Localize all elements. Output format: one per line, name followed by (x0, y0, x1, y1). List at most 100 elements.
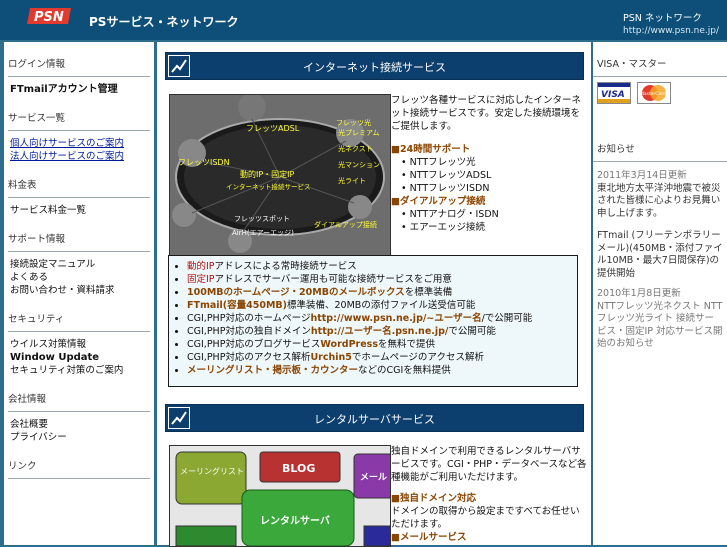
sidebar-link[interactable]: サービス料金一覧 (8, 204, 150, 217)
svg-text:PSN: PSN (34, 10, 64, 25)
sidebar-section-title: ログイン情報 (8, 42, 150, 77)
sidebar-link[interactable]: セキュリティ対策のご案内 (8, 364, 150, 377)
sidebar-link[interactable]: FTmailアカウント管理 (8, 83, 150, 96)
visa-label: VISA (601, 90, 625, 100)
feature-text: CGI,PHP対応のブログサービス (187, 339, 321, 350)
photo-label-airh: AirH(エアーエッジ) (232, 229, 294, 237)
photo-label-rental: レンタルサーバ (260, 515, 330, 527)
news-date: 2011年3月14日更新 (597, 170, 687, 181)
intro-list-2: NTTアナログ・ISDN エアーエッジ接続 (391, 208, 581, 234)
left-sidebar: ログイン情報 FTmailアカウント管理 サービス一覧個人向けサービスのご案内 法人向… (4, 42, 154, 545)
sidebar-section-title: 料金表 (8, 163, 150, 198)
feature-item: 動的IPアドレスによる常時接続サービス (187, 260, 577, 273)
news-text[interactable]: 東北地方太平洋沖地震で被災された皆様に心よりお見舞い申し上げます。 (593, 183, 727, 221)
mastercard-label: MasterCard (640, 91, 666, 97)
feature-item: FTmail(容量450MB)標準装備、20MBの添付ファイル送受信可能 (187, 299, 577, 312)
photo-label-blog: BLOG (282, 462, 315, 475)
photo-label-ml: メーリングリスト (180, 466, 244, 476)
sidebar-link[interactable]: 会社概要 (8, 418, 150, 431)
list-item: NTTフレッツISDN (401, 182, 581, 195)
news-date: 2010年1月8日更新 (597, 288, 681, 299)
feature-highlight: FTmail(容量450MB) (187, 300, 288, 311)
sidebar-section: ログイン情報 FTmailアカウント管理 (4, 42, 154, 96)
sidebar-link[interactable]: プライバシー (8, 431, 150, 444)
sidebar-link[interactable]: 接続設定マニュアル (8, 258, 150, 271)
sidebar-section: サポート情報 接続設定マニュアル よくある お問い合わせ・資料請求 (4, 217, 154, 297)
feature-text: 標準装備、20MBの添付ファイル送受信可能 (287, 300, 476, 311)
photo-label-adsl: フレッツADSL (246, 124, 300, 133)
header-right-title: PSN ネットワーク (622, 13, 702, 24)
intro-text: 独自ドメインで利用できるレンタルサーバサービスです。CGI・PHP・データベース… (391, 446, 587, 483)
feature-highlight: Urchin5 (310, 352, 352, 363)
header-right: PSN ネットワーク http://www.psn.ne.jp/ (623, 12, 719, 38)
feature-item: CGI,PHP対応のホームページhttp://www.psn.ne.jp/~ユー… (187, 312, 577, 325)
feature-list: 動的IPアドレスによる常時接続サービス固定IPアドレスでサーバー運用も可能な接続… (169, 260, 577, 377)
list-item: NTTフレッツ光 (401, 156, 581, 169)
intro-heading: ■独自ドメイン対応 (391, 493, 476, 504)
connection-services-image: フレッツADSL フレッツISDN 光ネクスト 光プレミアム 光マンション 光ラ… (169, 94, 391, 256)
sidebar-link[interactable]: ウイルス対策情報 (8, 338, 150, 351)
sidebar-section-title: セキュリティ (8, 297, 150, 332)
sidebar-section-title: 会社情報 (8, 377, 150, 412)
feature-item: CGI,PHP対応の独自ドメインhttp://ユーザー名.psn.ne.jp/で… (187, 325, 577, 338)
photo-label-isdn: フレッツISDN (178, 158, 230, 167)
sidebar-link[interactable]: よくある (8, 271, 150, 284)
sidebar-section-title: サービス一覧 (8, 96, 150, 131)
news-text[interactable]: FTmail (フリーテンポラリーメール)(450MB・添付ファイル10MB・最… (593, 230, 727, 280)
rental-intro: 独自ドメインで利用できるレンタルサーバサービスです。CGI・PHP・データベース… (391, 445, 587, 544)
photo-label-flets-hikari: フレッツ光 (336, 118, 371, 127)
rental-services-image: メーリングリスト BLOG メール レンタルサーバ (169, 445, 391, 547)
feature-text: を標準装備 (404, 287, 453, 298)
photo-label-mail: メール (360, 472, 387, 483)
photo-label-ip: 動的IP・固定IP (240, 169, 295, 179)
photo-label-dialup: ダイアルアップ接続 (314, 220, 377, 229)
photo-label-spot: フレッツスポット (234, 215, 290, 223)
photo-label-next: 光ネクスト (338, 144, 373, 153)
intro-list: NTTフレッツ光 NTTフレッツADSL NTTフレッツISDN (391, 156, 581, 195)
sidebar-section: 料金表サービス料金一覧 (4, 163, 154, 217)
feature-item: CGI,PHP対応のアクセス解析Urchin5でホームページのアクセス解析 (187, 351, 577, 364)
feature-text: などのCGIを無料提供 (358, 365, 451, 376)
news-text[interactable]: NTTフレッツ光ネクスト NTTフレッツ光ライト 接続サービス・固定IP 対応サ… (593, 301, 727, 351)
sidebar-link[interactable]: Window Update (8, 351, 150, 364)
sidebar-section: サービス一覧個人向けサービスのご案内 法人向けサービスのご案内 (4, 96, 154, 163)
feature-item: 固定IPアドレスでサーバー運用も可能な接続サービスをご用意 (187, 273, 577, 286)
feature-highlight: WordPress (320, 339, 378, 350)
sidebar-link[interactable]: お問い合わせ・資料請求 (8, 284, 150, 297)
news-section-title: お知らせ (593, 127, 727, 162)
section-banner-connection: インターネット接続サービス (165, 52, 584, 80)
list-item: NTTフレッツADSL (401, 169, 581, 182)
banner-title: レンタルサーバサービス (314, 413, 435, 426)
card-logos: VISA MasterCard (597, 82, 674, 104)
site-url[interactable]: http://www.psn.ne.jp/ (623, 25, 719, 38)
feature-text: CGI,PHP対応のアクセス解析 (187, 352, 311, 363)
feature-text: アドレスでサーバー運用も可能な接続サービスをご用意 (214, 274, 452, 285)
feature-text: で公開可能 (448, 326, 496, 337)
feature-text: CGI,PHP対応のホームページ (187, 313, 311, 324)
feature-text: アドレスによる常時接続サービス (214, 261, 357, 272)
photo-label-service: インターネット接続サービス (226, 182, 311, 191)
list-item: エアーエッジ接続 (401, 221, 581, 234)
banner-title: インターネット接続サービス (303, 61, 446, 74)
news-list: 2011年3月14日更新東北地方太平洋沖地震で被災された皆様に心よりお見舞い申し… (593, 170, 727, 351)
sidebar-link[interactable]: 法人向けサービスのご案内 (8, 150, 150, 163)
site-header: PSN PSサービス・ネットワーク PSN ネットワーク http://www.… (0, 0, 727, 40)
feature-highlight: http://ユーザー名.psn.ne.jp/ (310, 326, 449, 337)
feature-text: でホームページのアクセス解析 (351, 352, 484, 363)
sidebar-section: リンク (4, 444, 154, 479)
photo-label-mansion: 光マンション (338, 160, 380, 169)
right-sidebar: VISA・マスター VISA MasterCard お知らせ 2011年3月14… (593, 42, 727, 545)
feature-text: を無料で提供 (377, 339, 435, 350)
intro-text: フレッツ各種サービスに対応したインターネット接続サービスです。安定した接続環境を… (391, 95, 582, 132)
feature-highlight: 動的IP (187, 261, 215, 272)
psn-logo[interactable]: PSN (26, 7, 72, 25)
feature-box: 動的IPアドレスによる常時接続サービス固定IPアドレスでサーバー運用も可能な接続… (168, 255, 578, 387)
sidebar-link[interactable]: 個人向けサービスのご案内 (8, 137, 150, 150)
feature-highlight: 100MBのホームページ・20MBのメールボックス (187, 287, 405, 298)
feature-highlight: メーリングリスト・掲示板・カウンター (187, 365, 359, 376)
feature-highlight: http://www.psn.ne.jp/~ユーザー名 (310, 313, 482, 324)
connection-intro: フレッツ各種サービスに対応したインターネット接続サービスです。安定した接続環境を… (391, 94, 581, 234)
visa-section-title: VISA・マスター (593, 42, 727, 77)
feature-highlight: 固定IP (187, 274, 215, 285)
main-content: インターネット接続サービス フレッツADSL フレッツISDN 光ネクスト 光プ… (157, 42, 591, 547)
